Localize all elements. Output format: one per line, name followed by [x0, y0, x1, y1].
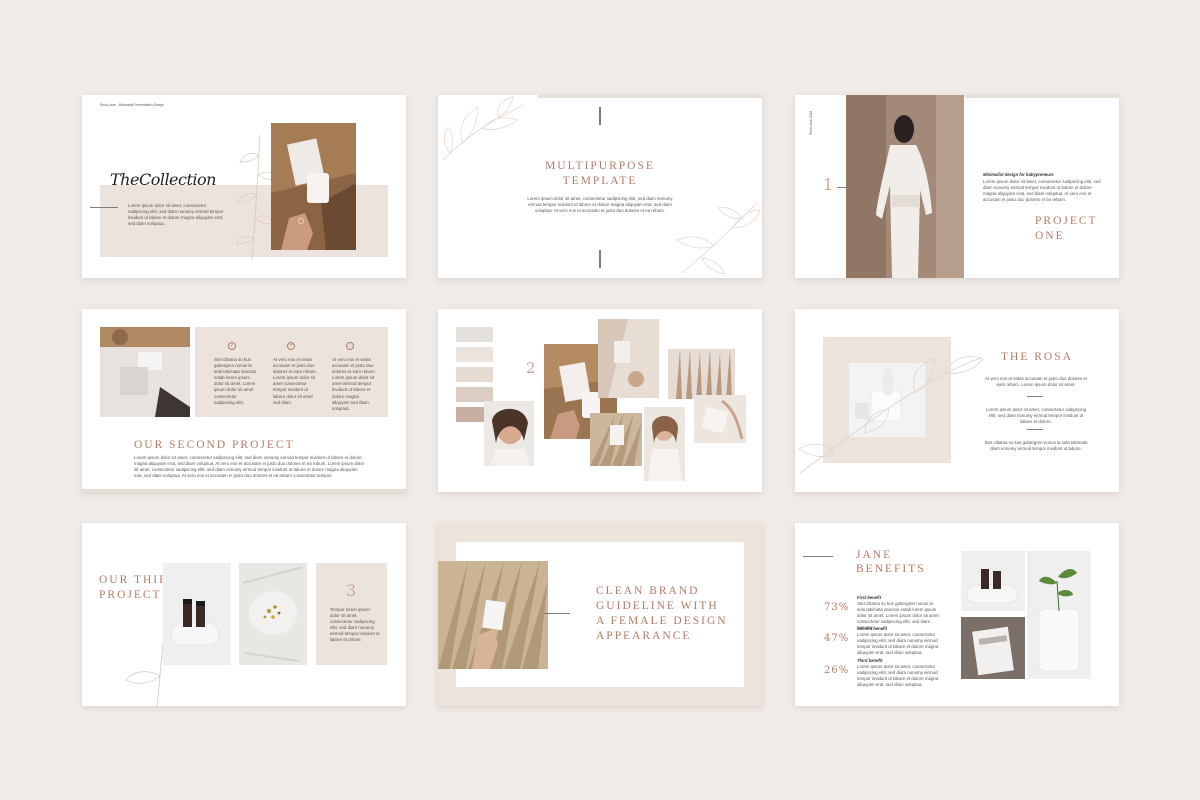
brand-divider	[544, 613, 570, 614]
slide-jane-benefits[interactable]: Jane Benefits 73% First benefit Stet cli…	[795, 523, 1119, 706]
benefit-1-label: First benefit	[857, 595, 881, 600]
third-project-number: 3	[346, 581, 357, 600]
benefit-2-label: Second benefit	[857, 626, 888, 631]
rosa-body-2: Lorem ipsum dolor sit amet, consectetur …	[985, 407, 1087, 425]
brand-title-line3: a Female Design	[596, 615, 728, 627]
template-body: Lorem ipsum dolor sit amet, consectetur …	[527, 196, 673, 214]
benefit-3-body: Lorem ipsum dolor sit amet, consectetur …	[857, 664, 939, 688]
woman-white-outfit-photo	[846, 95, 964, 278]
brand-header: Rosa Jane - Minimalist Presentation Desi…	[100, 103, 164, 107]
slide-the-collection[interactable]: Rosa Jane - Minimalist Presentation Desi…	[82, 95, 406, 278]
swatch-1	[456, 327, 493, 342]
top-divider	[599, 107, 601, 125]
slide-moodboard[interactable]: 2	[438, 309, 762, 492]
jewelry-photo	[271, 123, 356, 250]
box-ribbon-photo	[694, 395, 746, 443]
serum-tray-photo	[961, 551, 1025, 611]
benefit-2-body: Lorem ipsum dolor sit amet, consectetur …	[857, 632, 939, 656]
column-2-text: At vero eos et setas accusam et justo du…	[273, 357, 317, 405]
benefit-3-percent: 26%	[824, 665, 850, 676]
bottom-border	[82, 489, 406, 492]
project-title-line1: Project	[1035, 215, 1098, 227]
leaf-illustration-icon	[795, 323, 985, 483]
woman-smiling-photo	[644, 407, 685, 481]
benefits-line	[803, 556, 833, 557]
rosa-divider-2	[1027, 429, 1043, 430]
top-border	[538, 95, 762, 98]
bottom-divider	[599, 250, 601, 268]
project-title-line2: One	[1035, 230, 1065, 242]
template-title-line1: Multipurpose	[545, 160, 655, 172]
pampas-grass-photo	[668, 349, 735, 399]
slide-clean-brand-guideline[interactable]: Clean Brand Guideline with a Female Desi…	[438, 523, 762, 706]
plant-vase-photo	[1027, 551, 1091, 679]
project-body: Lorem ipsum dolor sit amet, consectetur …	[983, 179, 1101, 203]
check-icon: ✓	[228, 342, 236, 350]
brand-title-line2: Guideline with	[596, 600, 719, 612]
plus-icon: +	[287, 342, 295, 350]
slide-our-second-project[interactable]: ✓ + ♡ Stet clitama so kus gubergren nonu…	[82, 309, 406, 492]
second-project-title: Our Second Project	[134, 439, 295, 451]
swatch-3	[456, 367, 493, 382]
third-project-title-line2: Project	[99, 589, 162, 601]
benefit-2-percent: 47%	[824, 633, 850, 644]
brand-title-line1: Clean Brand	[596, 585, 700, 597]
rosa-divider-1	[1027, 396, 1043, 397]
project-number: 1	[823, 175, 834, 194]
collection-body: Lorem ipsum dolor sit amet, consectetur …	[128, 203, 224, 227]
slide-project-one[interactable]: Rosa Jane 2024 1 Minimalist design for b…	[795, 95, 1119, 278]
woman-portrait-photo	[484, 401, 534, 466]
leaf-illustration-icon	[672, 198, 762, 278]
benefit-1-percent: 73%	[824, 602, 850, 613]
second-project-body: Lorem ipsum dolor sit amet, consectetur …	[134, 455, 365, 479]
accent-line	[90, 207, 118, 208]
benefits-title-line2: Benefits	[856, 563, 926, 575]
side-text: Rosa Jane 2024	[809, 110, 813, 135]
cosmetics-photo	[598, 319, 659, 398]
top-border	[965, 95, 1119, 98]
brand-title-line4: Appearance	[596, 630, 692, 642]
heart-icon: ♡	[346, 342, 354, 350]
project-subtitle: Minimalist design for babypreneurs	[983, 172, 1054, 177]
slide-multipurpose-template[interactable]: Multipurpose Template Lorem ipsum dolor …	[438, 95, 762, 278]
column-3-text: At vero eos et setas accusam et justo du…	[332, 357, 376, 411]
moodboard-number: 2	[526, 359, 536, 377]
swatch-2	[456, 347, 493, 362]
slide-our-third-project[interactable]: Our Third Project 3 Tempor lorem ipsum d…	[82, 523, 406, 706]
gold-flakes-photo	[239, 563, 307, 665]
palm-leaf-photo	[438, 561, 548, 669]
third-project-body: Tempor lorem ipsum dolor sit amet, conse…	[330, 607, 380, 643]
benefits-title-line1: Jane	[856, 549, 893, 561]
leaf-illustration-icon	[438, 95, 528, 165]
serum-bottles-photo	[163, 563, 231, 665]
rosa-title: The Rosa	[1001, 351, 1073, 363]
soap-photo	[100, 327, 190, 417]
benefit-3-label: Third benefit	[857, 658, 883, 663]
slide-the-rosa[interactable]: The Rosa At vero eos et setas accusam et…	[795, 309, 1119, 492]
script-title: TheCollection	[110, 170, 216, 189]
swatch-4	[456, 387, 493, 402]
column-1-text: Stet clitama so kus gubergren nonus la s…	[214, 357, 257, 405]
rosa-body-3: Stet clitama so kus gubergren nonus la s…	[984, 440, 1088, 452]
rosa-body-1: At vero eos et setas accusam et justo du…	[984, 376, 1088, 388]
template-title-line2: Template	[562, 175, 638, 187]
book-photo	[961, 617, 1025, 679]
dried-palm-photo	[590, 413, 642, 466]
